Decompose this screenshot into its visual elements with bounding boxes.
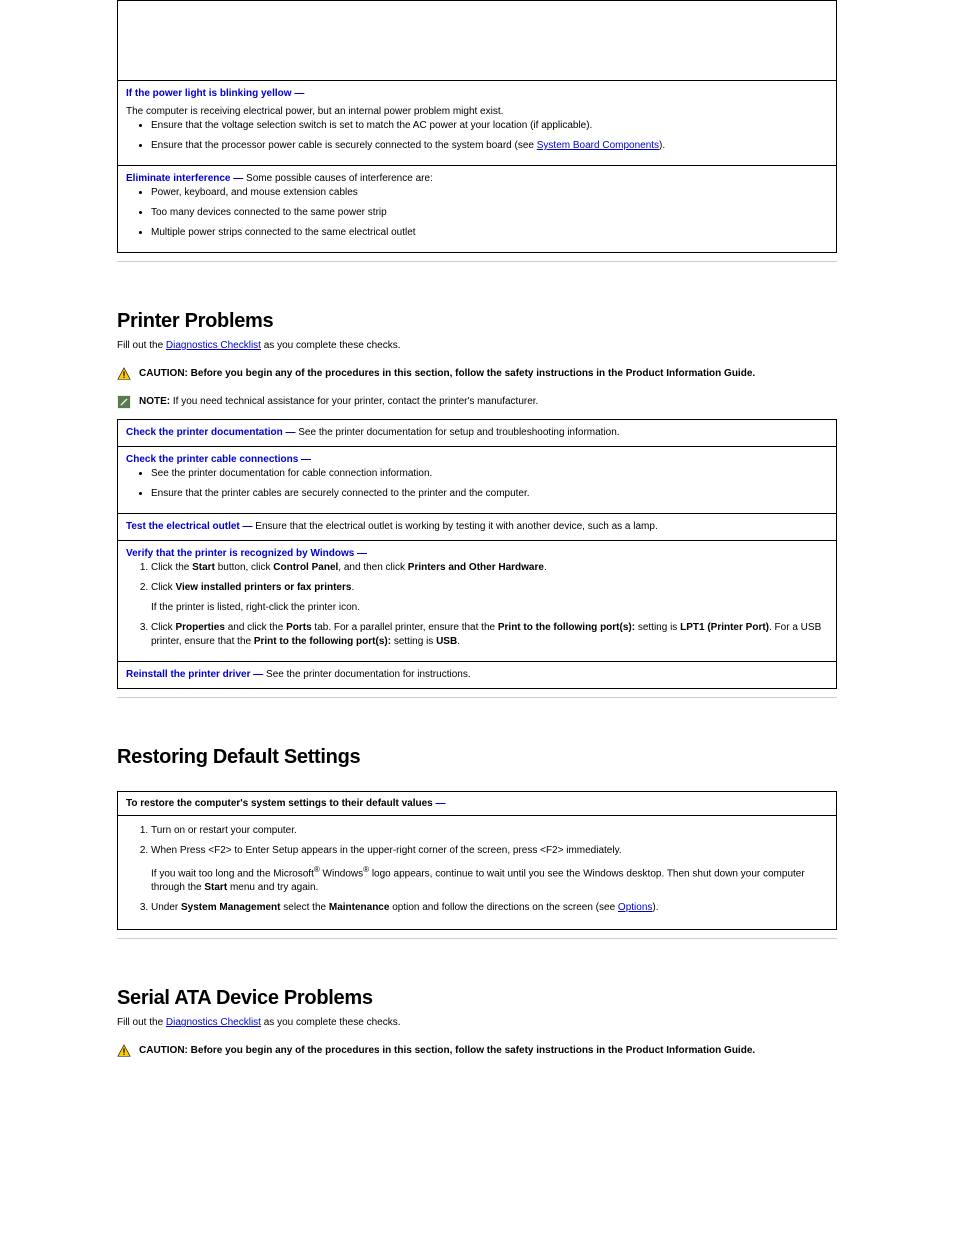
row-head-blinking-yellow: If the power light is blinking yellow — <box>126 88 304 99</box>
diagnostics-checklist-link-2[interactable]: Diagnostics Checklist <box>166 1017 261 1028</box>
options-link[interactable]: Options <box>618 902 652 913</box>
note-pencil-icon <box>117 395 131 409</box>
power-table: If the power light is blinking yellow — … <box>117 0 837 253</box>
divider <box>117 261 837 262</box>
p-row5-body: See the printer documentation for instru… <box>266 669 471 680</box>
p-row5-head: Reinstall the printer driver — <box>126 669 263 680</box>
caution-triangle-icon-2 <box>117 1044 131 1058</box>
diagnostics-checklist-link-1[interactable]: Diagnostics Checklist <box>166 340 261 351</box>
sas-caution-row: CAUTION: Before you begin any of the pro… <box>117 1044 837 1058</box>
caution-triangle-icon <box>117 367 131 381</box>
row1-body: The computer is receiving electrical pow… <box>126 105 828 119</box>
p-row3-head: Test the electrical outlet — <box>126 521 253 532</box>
printer-table: Check the printer documentation — See th… <box>117 419 837 689</box>
printer-fill: Fill out the Diagnostics Checklist as yo… <box>117 339 837 353</box>
r2-li1: Power, keyboard, and mouse extension cab… <box>151 186 828 200</box>
p-row1-head: Check the printer documentation — <box>126 427 295 438</box>
p-row4-head: Verify that the printer is recognized by… <box>126 548 367 559</box>
sas-title: Serial ATA Device Problems <box>117 987 837 1010</box>
restore-title: Restoring Default Settings <box>117 746 837 769</box>
restore-li3: Under System Management select the Maint… <box>151 901 828 915</box>
restore-li1: Turn on or restart your computer. <box>151 824 828 838</box>
p-row4-ol1: Click the Start button, click Control Pa… <box>151 561 828 575</box>
system-board-link[interactable]: System Board Components <box>537 140 659 151</box>
note-text: If you need technical assistance for you… <box>173 396 538 407</box>
p-row2-li2: Ensure that the printer cables are secur… <box>151 487 828 501</box>
restore-li2: When Press <F2> to Enter Setup appears i… <box>151 844 828 895</box>
sas-fill: Fill out the Diagnostics Checklist as yo… <box>117 1016 837 1030</box>
p-row4-body2: If the printer is listed, right-click th… <box>151 601 828 615</box>
caution-row: CAUTION: Before you begin any of the pro… <box>117 367 837 381</box>
r2-li3: Multiple power strips connected to the s… <box>151 226 828 240</box>
row-head-eliminate: Eliminate interference — <box>126 173 243 184</box>
p-row3-body: Ensure that the electrical outlet is wor… <box>255 521 657 532</box>
note-row: NOTE: If you need technical assistance f… <box>117 395 837 409</box>
p-row4-ol3: Click Properties and click the Ports tab… <box>151 621 828 649</box>
r1-li-2: Ensure that the processor power cable is… <box>151 139 828 153</box>
r2-li2: Too many devices connected to the same p… <box>151 206 828 220</box>
p-row2-li1: See the printer documentation for cable … <box>151 467 828 481</box>
divider-2 <box>117 697 837 698</box>
p-row2-head: Check the printer cable connections — <box>126 454 311 465</box>
r2-body: Some possible causes of interference are… <box>246 173 433 184</box>
divider-3 <box>117 938 837 939</box>
restore-box: To restore the computer's system setting… <box>117 791 837 930</box>
printer-problems-title: Printer Problems <box>117 310 837 333</box>
r1-li-1: Ensure that the voltage selection switch… <box>151 119 828 133</box>
p-row4-ol2: Click View installed printers or fax pri… <box>151 581 828 595</box>
p-row1-body: See the printer documentation for setup … <box>298 427 619 438</box>
